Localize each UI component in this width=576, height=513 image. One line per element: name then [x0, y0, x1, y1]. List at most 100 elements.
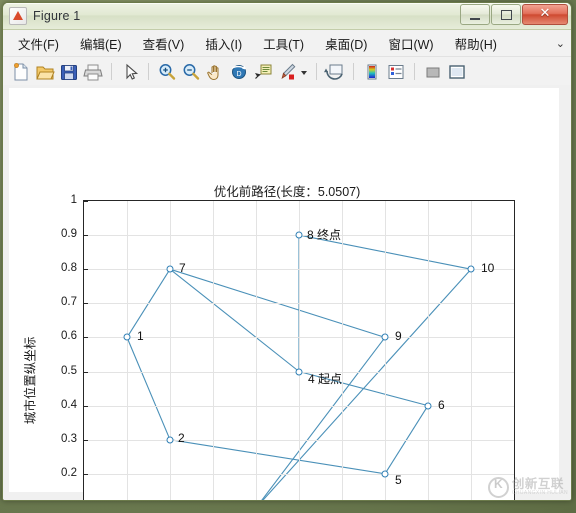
zoom-in-icon[interactable]	[156, 61, 178, 83]
y-tick-label: 0.5	[61, 364, 77, 377]
y-axis-tick	[84, 371, 88, 373]
path-edge	[169, 439, 386, 475]
city-node-label: 2	[178, 430, 185, 445]
brush-dropdown-caret-icon[interactable]	[300, 61, 309, 83]
gridline-horizontal	[84, 337, 514, 339]
toolbar-separator	[111, 63, 112, 80]
gridline-vertical	[127, 201, 128, 500]
city-node-marker	[123, 333, 131, 341]
figure-canvas: 优化前路径(长度：5.0507) 1234 起点5678 终点910 00.10…	[3, 85, 571, 500]
menu-edit[interactable]: 编辑(E)	[73, 31, 129, 56]
plot-area: 1234 起点5678 终点910	[83, 200, 515, 500]
y-axis-tick	[84, 439, 88, 441]
city-node-label: 6	[438, 397, 445, 412]
y-axis-tick	[84, 405, 88, 407]
gridline-horizontal	[84, 269, 514, 271]
figure-window: Figure 1 文件(F) 编辑(E) 查看(V) 插入(I) 工具(T) 桌…	[2, 2, 572, 501]
y-tick-label: 0.3	[61, 432, 77, 445]
city-node-label: 4 起点	[308, 371, 343, 386]
city-node-label: 1	[137, 329, 144, 344]
gridline-vertical	[213, 201, 214, 500]
matlab-figure-icon	[9, 7, 27, 25]
gridline-vertical	[256, 201, 257, 500]
brush-icon[interactable]	[276, 61, 298, 83]
menu-overflow-chevron-icon[interactable]: ⌄	[556, 37, 565, 50]
gridline-vertical	[385, 201, 386, 500]
figure-toolbar: D	[3, 57, 571, 87]
watermark: 创新互联 CHUANGXIN HULIAN	[487, 477, 568, 498]
menu-file[interactable]: 文件(F)	[11, 31, 66, 56]
toolbar-separator	[316, 63, 317, 80]
toolbar-separator	[414, 63, 415, 80]
city-node-label: 10	[481, 261, 495, 276]
window-controls	[459, 4, 568, 25]
city-node-label: 9	[395, 329, 402, 344]
menu-desktop[interactable]: 桌面(D)	[318, 31, 374, 56]
svg-text:D: D	[236, 71, 241, 78]
menu-tools[interactable]: 工具(T)	[256, 31, 311, 56]
window-title-bar[interactable]: Figure 1	[3, 3, 571, 30]
y-axis-tick	[84, 337, 88, 339]
y-axis-label: 城市位置纵坐标	[23, 336, 38, 425]
city-node-marker	[295, 368, 303, 375]
close-button[interactable]	[522, 4, 568, 25]
open-file-icon[interactable]	[34, 61, 56, 83]
watermark-logo-icon	[487, 477, 509, 498]
city-node-label: 8 终点	[307, 228, 342, 243]
y-axis-tick	[84, 303, 88, 305]
gridline-vertical	[428, 201, 429, 500]
maximize-button[interactable]	[491, 4, 521, 25]
y-tick-label: 1	[70, 194, 77, 206]
pan-icon[interactable]	[204, 61, 226, 83]
y-tick-label: 0.9	[61, 228, 77, 241]
gridline-vertical	[299, 201, 300, 500]
pointer-icon[interactable]	[119, 61, 141, 83]
y-axis-tick	[84, 201, 88, 202]
toolbar-separator	[148, 63, 149, 80]
print-figure-icon[interactable]	[82, 61, 104, 83]
city-node-marker	[467, 265, 475, 273]
gridline-vertical	[170, 201, 171, 500]
gridline-vertical	[471, 201, 472, 500]
city-node-marker	[381, 470, 389, 478]
path-edge	[169, 268, 300, 372]
menu-insert[interactable]: 插入(I)	[198, 31, 249, 56]
colorbar-icon[interactable]	[361, 61, 383, 83]
menu-view[interactable]: 查看(V)	[136, 31, 192, 56]
minimize-button[interactable]	[460, 4, 490, 25]
y-tick-label: 0.4	[61, 398, 77, 411]
city-node-marker	[295, 231, 303, 239]
path-edge	[126, 337, 171, 440]
city-node-marker	[166, 436, 174, 444]
y-tick-label: 0.7	[61, 296, 77, 309]
y-tick-label: 0.6	[61, 330, 77, 343]
rotate-3d-icon[interactable]: D	[228, 61, 250, 83]
city-node-marker	[424, 402, 432, 410]
zoom-out-icon[interactable]	[180, 61, 202, 83]
data-cursor-icon[interactable]	[252, 61, 274, 83]
show-plot-tools-icon[interactable]	[446, 61, 468, 83]
y-axis-tick	[84, 235, 88, 237]
watermark-subtext: CHUANGXIN HULIAN	[511, 490, 568, 497]
path-edge	[261, 337, 386, 500]
y-axis-tick	[84, 473, 88, 475]
link-plot-icon[interactable]	[324, 61, 346, 83]
chart-title: 优化前路径(长度：5.0507)	[213, 185, 361, 199]
y-tick-label: 0.8	[61, 262, 77, 275]
save-figure-icon[interactable]	[58, 61, 80, 83]
toolbar-separator	[353, 63, 354, 80]
y-axis-tick	[84, 269, 88, 271]
menu-bar: 文件(F) 编辑(E) 查看(V) 插入(I) 工具(T) 桌面(D) 窗口(W…	[3, 30, 571, 57]
legend-icon[interactable]	[385, 61, 407, 83]
y-tick-label: 0.2	[61, 466, 77, 479]
city-node-marker	[381, 333, 389, 341]
hide-plot-tools-icon[interactable]	[422, 61, 444, 83]
gridline-vertical	[342, 201, 343, 500]
new-figure-icon[interactable]	[10, 61, 32, 83]
city-node-marker	[166, 265, 174, 273]
gridline-horizontal	[84, 303, 514, 305]
menu-window[interactable]: 窗口(W)	[381, 31, 440, 56]
city-node-label: 7	[179, 261, 186, 276]
menu-help[interactable]: 帮助(H)	[448, 31, 504, 56]
window-title: Figure 1	[33, 9, 81, 23]
